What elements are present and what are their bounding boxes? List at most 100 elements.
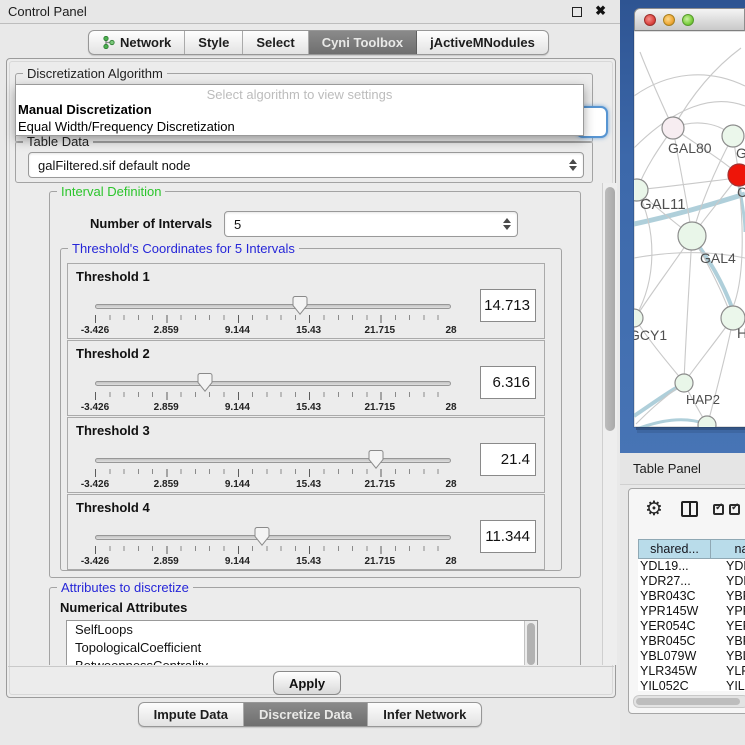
cell: YIL0: [726, 679, 745, 691]
number-of-intervals-combobox[interactable]: 5: [224, 211, 518, 237]
network-node[interactable]: [662, 117, 684, 139]
tick-label: 2.859: [154, 325, 179, 336]
tab-select[interactable]: Select: [243, 31, 308, 54]
window-close-traffic-light[interactable]: [644, 14, 656, 26]
slider-track[interactable]: [95, 381, 451, 386]
threshold-2-value-field[interactable]: [480, 366, 536, 399]
gear-icon[interactable]: ⚙: [645, 496, 663, 521]
node-label: GAL80: [668, 140, 712, 156]
algorithm-option-manual[interactable]: Manual Discretization: [18, 102, 152, 117]
table-row[interactable]: YDL19... YDL1: [638, 559, 745, 574]
close-icon[interactable]: ✖: [595, 3, 606, 19]
table-row[interactable]: YIL052CYIL0: [638, 679, 745, 691]
tick-label: 21.715: [365, 325, 396, 336]
cell: YER054C: [640, 619, 696, 633]
tab-cyni-toolbox[interactable]: Cyni Toolbox: [309, 31, 417, 54]
list-scrollbar-thumb[interactable]: [527, 623, 535, 665]
cell: YBR0: [726, 589, 745, 603]
network-node[interactable]: [678, 222, 706, 250]
threshold-1-value-field[interactable]: [480, 289, 536, 322]
column-header-name[interactable]: na: [711, 539, 745, 559]
window-minimize-traffic-light[interactable]: [663, 14, 675, 26]
tick-label: 9.144: [225, 402, 250, 413]
checkbox-icon[interactable]: [713, 504, 724, 515]
list-scrollbar[interactable]: [524, 621, 537, 665]
network-window-titlebar[interactable]: [634, 8, 745, 31]
window-zoom-traffic-light[interactable]: [682, 14, 694, 26]
tab-discretize-data[interactable]: Discretize Data: [244, 703, 368, 726]
network-icon: [102, 36, 115, 49]
columns-icon[interactable]: [681, 501, 698, 517]
threshold-4-slider[interactable]: -3.426 2.859 9.144 15.43 21.715 28: [95, 529, 451, 569]
table-row[interactable]: YBR043C YBR0: [638, 589, 745, 604]
apply-button[interactable]: Apply: [273, 671, 341, 695]
table-row[interactable]: YLR345WYLR3: [638, 664, 745, 679]
slider-track[interactable]: [95, 535, 451, 540]
network-node[interactable]: [675, 374, 693, 392]
table-data-title: Table Data: [23, 134, 93, 149]
apply-divider: [8, 666, 614, 667]
tab-style[interactable]: Style: [185, 31, 243, 54]
bottom-tab-group: Impute Data Discretize Data Infer Networ…: [138, 702, 483, 727]
table-panel-titlebar: Table Panel: [620, 453, 745, 485]
slider-track[interactable]: [95, 458, 451, 463]
canvas-shadow: [637, 430, 745, 433]
number-of-intervals-value: 5: [234, 217, 241, 232]
tab-impute-data[interactable]: Impute Data: [139, 703, 244, 726]
cell: YBL079W: [640, 649, 696, 663]
cell: YBR045C: [640, 634, 696, 648]
slider-handle[interactable]: [293, 296, 308, 315]
float-window-icon[interactable]: [572, 7, 582, 17]
list-item[interactable]: SelfLoops: [67, 621, 537, 639]
threshold-4-value-field[interactable]: [480, 520, 536, 553]
threshold-2-slider[interactable]: -3.426 2.859 9.144 15.43 21.715 28: [95, 375, 451, 415]
tick-label: 15.43: [296, 402, 321, 413]
cell: YER0: [726, 619, 745, 633]
network-node[interactable]: [728, 164, 745, 186]
tick-label: 28: [445, 402, 456, 413]
checkbox-icon[interactable]: [729, 504, 740, 515]
network-node[interactable]: [625, 309, 643, 327]
table-row[interactable]: YBR045CYBR0: [638, 634, 745, 649]
numerical-attributes-label: Numerical Attributes: [60, 600, 187, 615]
table-header-row: shared... na: [638, 539, 745, 559]
table-horizontal-scrollbar[interactable]: [633, 695, 745, 708]
tab-network[interactable]: Network: [89, 31, 185, 54]
tab-jactivemnodules[interactable]: jActiveMNodules: [417, 31, 548, 54]
slider-handle[interactable]: [369, 450, 384, 469]
threshold-1-slider[interactable]: -3.426 2.859 9.144 15.43 21.715 28: [95, 298, 451, 338]
tick-label: 28: [445, 556, 456, 567]
slider-handle[interactable]: [255, 527, 270, 546]
algorithm-dropdown-popup: Select algorithm to view settings Manual…: [15, 84, 584, 136]
settings-scroll-viewport: Interval Definition Number of Intervals …: [7, 183, 603, 665]
table-row[interactable]: YER054C YER0: [638, 619, 745, 634]
tab-infer-network[interactable]: Infer Network: [368, 703, 481, 726]
cell: YBR043C: [640, 589, 696, 603]
slider-track[interactable]: [95, 304, 451, 309]
table-row[interactable]: YPR145WYPR1: [638, 604, 745, 619]
table-data-combobox[interactable]: galFiltered.sif default node: [28, 152, 584, 178]
network-view[interactable]: GAL80GCGAL11GAL4GCY1HHAP2: [620, 0, 745, 452]
list-item[interactable]: TopologicalCoefficient: [67, 639, 537, 657]
cell: YDL19...: [640, 559, 689, 573]
cell: YDL1: [726, 559, 745, 573]
threshold-3-slider[interactable]: -3.426 2.859 9.144 15.43 21.715 28: [95, 452, 451, 492]
table-scrollbar-thumb[interactable]: [636, 698, 740, 705]
numerical-attributes-list[interactable]: SelfLoops TopologicalCoefficient Between…: [66, 620, 538, 665]
list-item[interactable]: BetweennessCentrality: [67, 657, 537, 665]
table-row[interactable]: YBL079WYBL0: [638, 649, 745, 664]
slider-handle[interactable]: [198, 373, 213, 392]
column-header-shared[interactable]: shared...: [638, 539, 711, 559]
algorithm-option-equal-width[interactable]: Equal Width/Frequency Discretization: [18, 119, 235, 134]
tick-label: -3.426: [81, 325, 109, 336]
main-scrollbar[interactable]: [602, 183, 617, 665]
tab-cyni-toolbox-label: Cyni Toolbox: [322, 35, 403, 50]
main-scrollbar-thumb[interactable]: [605, 187, 615, 431]
table-row[interactable]: YDR27...YDR2: [638, 574, 745, 589]
threshold-3-value-field[interactable]: [480, 443, 536, 476]
thresholds-group: Threshold's Coordinates for 5 Intervals …: [60, 248, 562, 571]
algorithm-placeholder-option[interactable]: Select algorithm to view settings: [16, 87, 583, 102]
combo-stepper-icon: [569, 159, 577, 171]
network-node[interactable]: [722, 125, 744, 147]
cell: YLR345W: [640, 664, 697, 678]
